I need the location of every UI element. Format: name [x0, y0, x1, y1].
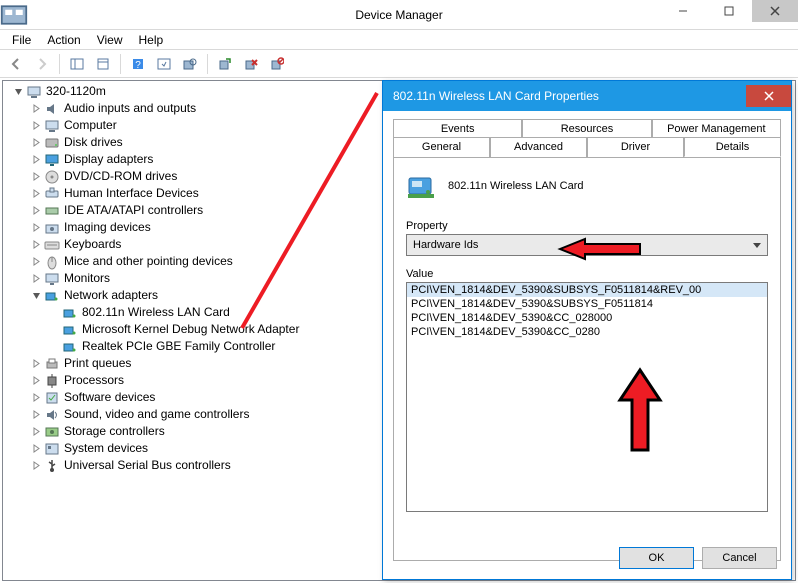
cancel-button[interactable]: Cancel	[702, 547, 777, 569]
tab-driver[interactable]: Driver	[587, 137, 684, 157]
window-buttons	[660, 0, 798, 22]
close-button[interactable]	[752, 0, 798, 22]
ok-button[interactable]: OK	[619, 547, 694, 569]
tab-strip: Events Resources Power Management Genera…	[393, 119, 781, 157]
help-toolbar-button[interactable]: ?	[126, 52, 150, 76]
app-icon	[0, 0, 28, 30]
toolbar: ?	[0, 50, 798, 78]
property-label: Property	[406, 220, 768, 232]
menubar: File Action View Help	[0, 30, 798, 50]
tab-advanced[interactable]: Advanced	[490, 137, 587, 157]
scan-hardware-button[interactable]	[178, 52, 202, 76]
maximize-button[interactable]	[706, 0, 752, 22]
tab-panel-details: 802.11n Wireless LAN Card Property Hardw…	[393, 157, 781, 561]
value-row[interactable]: PCI\VEN_1814&DEV_5390&SUBSYS_F0511814	[407, 297, 767, 311]
svg-text:?: ?	[135, 60, 141, 71]
dialog-title: 802.11n Wireless LAN Card Properties	[393, 89, 599, 103]
properties-dialog: 802.11n Wireless LAN Card Properties Eve…	[382, 80, 792, 580]
menu-view[interactable]: View	[91, 31, 129, 49]
uninstall-button[interactable]	[239, 52, 263, 76]
show-hide-console-tree-button[interactable]	[65, 52, 89, 76]
tab-general[interactable]: General	[393, 137, 490, 157]
dialog-titlebar: 802.11n Wireless LAN Card Properties	[383, 81, 791, 111]
tab-details[interactable]: Details	[684, 137, 781, 157]
menu-file[interactable]: File	[6, 31, 37, 49]
menu-help[interactable]: Help	[133, 31, 170, 49]
tab-resources[interactable]: Resources	[522, 119, 651, 138]
value-row[interactable]: PCI\VEN_1814&DEV_5390&CC_0280	[407, 325, 767, 339]
update-driver-button[interactable]	[213, 52, 237, 76]
action-toolbar-button[interactable]	[152, 52, 176, 76]
property-combo[interactable]: Hardware Ids	[406, 234, 768, 256]
back-button[interactable]	[4, 52, 28, 76]
value-row[interactable]: PCI\VEN_1814&DEV_5390&CC_028000	[407, 311, 767, 325]
property-combo-value: Hardware Ids	[413, 239, 478, 251]
tab-events[interactable]: Events	[393, 119, 522, 138]
disable-button[interactable]	[265, 52, 289, 76]
minimize-button[interactable]	[660, 0, 706, 22]
value-label: Value	[406, 268, 768, 280]
value-row[interactable]: PCI\VEN_1814&DEV_5390&SUBSYS_F0511814&RE…	[407, 283, 767, 297]
tab-power-management[interactable]: Power Management	[652, 119, 781, 138]
dialog-close-button[interactable]	[746, 85, 791, 107]
properties-toolbar-button[interactable]	[91, 52, 115, 76]
titlebar: Device Manager	[0, 0, 798, 30]
forward-button[interactable]	[30, 52, 54, 76]
menu-action[interactable]: Action	[41, 31, 86, 49]
value-listbox[interactable]: PCI\VEN_1814&DEV_5390&SUBSYS_F0511814&RE…	[406, 282, 768, 512]
network-card-icon	[406, 170, 438, 202]
device-name: 802.11n Wireless LAN Card	[448, 180, 584, 192]
